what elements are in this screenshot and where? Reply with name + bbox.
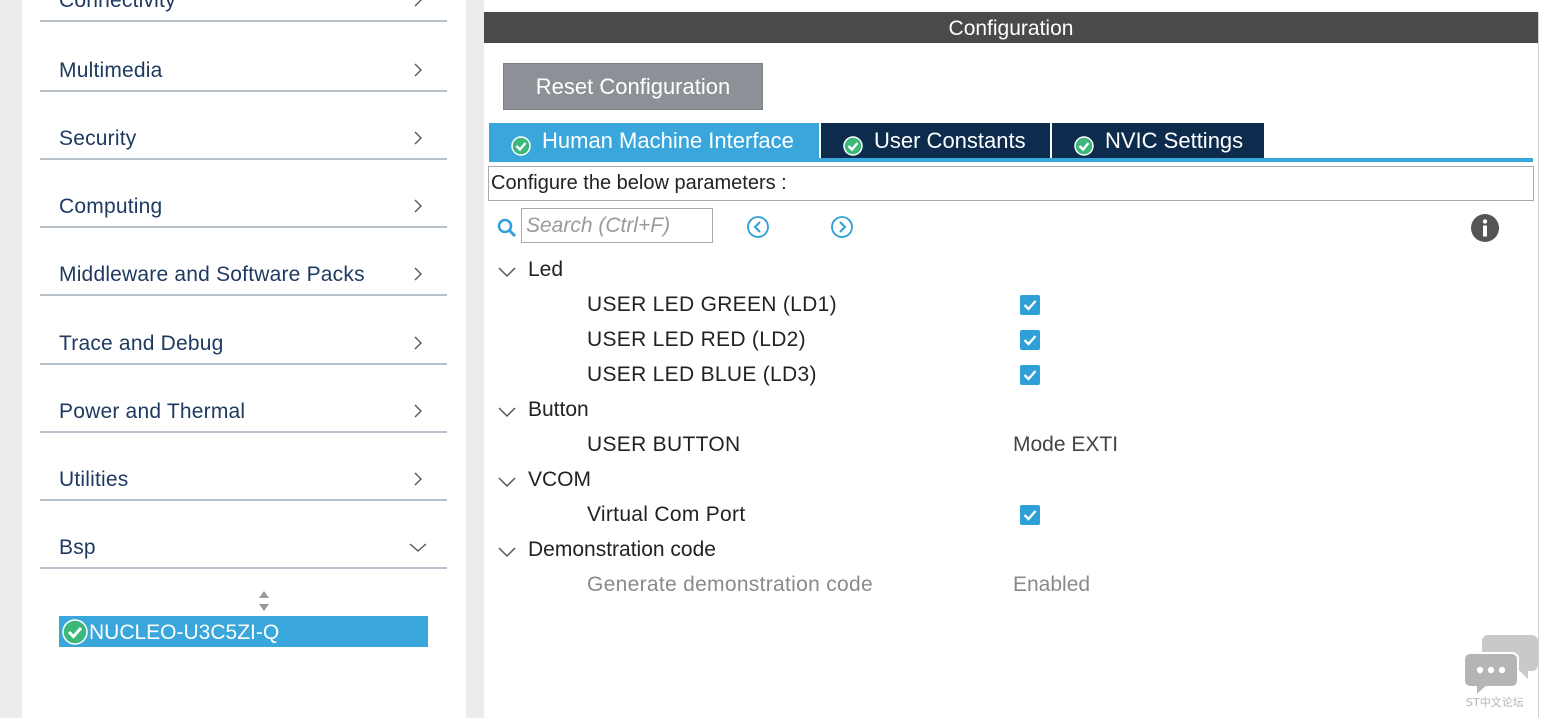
- param-label: USER LED RED (LD2): [587, 328, 806, 351]
- watermark-text: ST中文论坛: [1466, 695, 1524, 709]
- group-button: Button: [484, 396, 1524, 426]
- param-label: USER LED BLUE (LD3): [587, 363, 817, 386]
- check-circle-icon: [1074, 131, 1094, 156]
- tab-user-constants[interactable]: User Constants: [821, 123, 1050, 159]
- category-label: Bsp: [59, 536, 96, 559]
- board-name: NUCLEO-U3C5ZI-Q: [89, 621, 280, 644]
- search-input[interactable]: [521, 208, 713, 243]
- category-label: Utilities: [59, 468, 129, 491]
- forum-watermark: ST中文论坛: [1462, 633, 1538, 713]
- window-left-edge: [0, 0, 23, 718]
- configuration-panel: Configuration Reset Configuration Human …: [484, 12, 1539, 718]
- chevron-down-icon[interactable]: [498, 405, 516, 418]
- chevron-down-icon[interactable]: [498, 545, 516, 558]
- param-row: Generate demonstration code Enabled: [484, 571, 1524, 601]
- group-led: Led: [484, 256, 1524, 286]
- param-row: USER LED BLUE (LD3): [484, 361, 1524, 391]
- tab-underline: [489, 158, 1533, 162]
- tab-label: NVIC Settings: [1105, 128, 1244, 153]
- param-label: Generate demonstration code: [587, 573, 873, 596]
- param-checkbox[interactable]: [1020, 330, 1040, 350]
- param-checkbox[interactable]: [1020, 505, 1040, 525]
- category-connectivity[interactable]: Connectivity: [40, 0, 447, 22]
- search-icon: [497, 218, 517, 238]
- sort-arrows-icon[interactable]: [256, 588, 272, 614]
- param-label: Virtual Com Port: [587, 503, 746, 526]
- param-row: USER LED RED (LD2): [484, 326, 1524, 356]
- category-utilities[interactable]: Utilities: [40, 459, 447, 501]
- tab-label: User Constants: [874, 128, 1026, 153]
- param-row: USER LED GREEN (LD1): [484, 291, 1524, 321]
- tab-human-machine-interface[interactable]: Human Machine Interface: [489, 123, 819, 159]
- param-label: USER LED GREEN (LD1): [587, 293, 837, 316]
- check-circle-icon: [62, 619, 88, 645]
- param-row: USER BUTTON Mode EXTI: [484, 431, 1524, 461]
- reset-configuration-button[interactable]: Reset Configuration: [503, 63, 763, 110]
- category-label: Security: [59, 127, 137, 150]
- param-checkbox[interactable]: [1020, 365, 1040, 385]
- category-label: Connectivity: [59, 0, 176, 12]
- chevron-down-icon[interactable]: [498, 265, 516, 278]
- tab-nvic-settings[interactable]: NVIC Settings: [1052, 123, 1264, 159]
- chevron-right-icon: [411, 131, 425, 145]
- chevron-right-icon: [411, 404, 425, 418]
- category-label: Multimedia: [59, 59, 163, 82]
- chevron-right-icon: [411, 63, 425, 77]
- group-label: Led: [528, 258, 564, 281]
- group-demonstration-code: Demonstration code: [484, 536, 1524, 566]
- param-value[interactable]: Mode EXTI: [1013, 433, 1118, 457]
- group-label: VCOM: [528, 468, 591, 491]
- chevron-down-icon: [409, 540, 427, 554]
- panel-splitter[interactable]: [466, 0, 484, 718]
- group-vcom: VCOM: [484, 466, 1524, 496]
- category-sidebar: Connectivity Multimedia Security Computi…: [22, 0, 466, 718]
- category-label: Trace and Debug: [59, 332, 224, 355]
- chevron-right-icon: [411, 267, 425, 281]
- board-list-item[interactable]: NUCLEO-U3C5ZI-Q: [59, 616, 428, 647]
- param-value: Enabled: [1013, 573, 1091, 596]
- chevron-down-icon[interactable]: [498, 475, 516, 488]
- tab-label: Human Machine Interface: [542, 128, 794, 153]
- category-multimedia[interactable]: Multimedia: [40, 50, 447, 92]
- info-icon[interactable]: [1470, 213, 1500, 243]
- param-row: Virtual Com Port: [484, 501, 1524, 531]
- category-bsp[interactable]: Bsp: [40, 527, 447, 569]
- group-label: Demonstration code: [528, 538, 716, 561]
- category-label: Power and Thermal: [59, 400, 246, 423]
- param-checkbox[interactable]: [1020, 295, 1040, 315]
- category-security[interactable]: Security: [40, 118, 447, 160]
- param-label: USER BUTTON: [587, 433, 741, 456]
- category-label: Computing: [59, 195, 163, 218]
- category-computing[interactable]: Computing: [40, 186, 447, 228]
- category-power-thermal[interactable]: Power and Thermal: [40, 391, 447, 433]
- previous-result-icon[interactable]: [746, 215, 770, 239]
- next-result-icon[interactable]: [830, 215, 854, 239]
- category-middleware[interactable]: Middleware and Software Packs: [40, 254, 447, 296]
- category-trace-debug[interactable]: Trace and Debug: [40, 323, 447, 365]
- chevron-right-icon: [411, 0, 425, 7]
- group-label: Button: [528, 398, 589, 421]
- check-circle-icon: [511, 131, 531, 156]
- check-circle-icon: [843, 131, 863, 156]
- panel-title: Configuration: [484, 12, 1538, 43]
- chevron-right-icon: [411, 336, 425, 350]
- chevron-right-icon: [411, 199, 425, 213]
- params-caption: Configure the below parameters :: [488, 166, 1534, 201]
- category-label: Middleware and Software Packs: [59, 263, 365, 286]
- chevron-right-icon: [411, 472, 425, 486]
